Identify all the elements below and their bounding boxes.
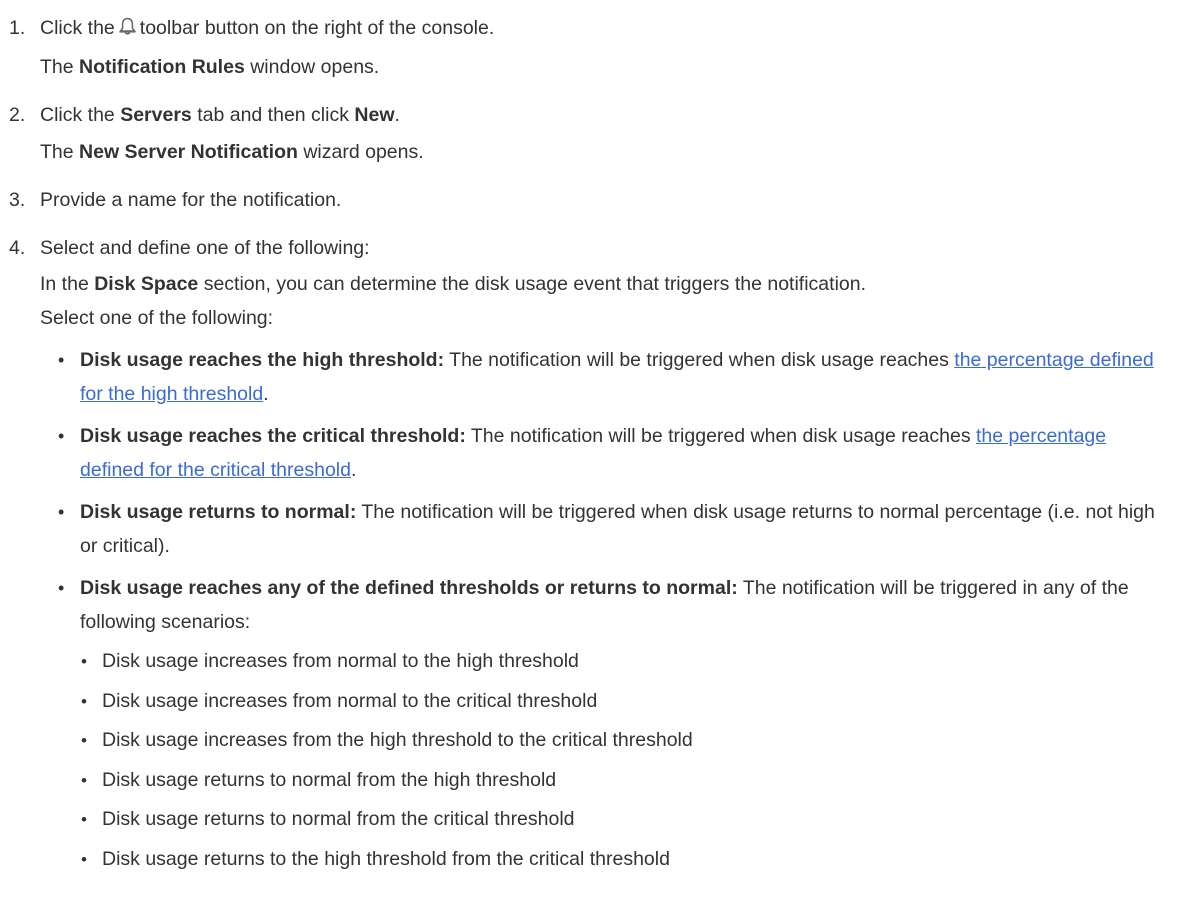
ui-term: New xyxy=(354,104,395,126)
ui-term: Servers xyxy=(120,104,192,126)
scenario-item: Disk usage increases from normal to the … xyxy=(80,645,1160,679)
bell-icon xyxy=(118,12,136,49)
option-any-threshold: Disk usage reaches any of the defined th… xyxy=(40,571,1160,876)
step-2-result: The New Server Notification wizard opens… xyxy=(40,141,424,163)
option-returns-to-normal: Disk usage returns to normal: The notifi… xyxy=(40,495,1160,563)
option-high-threshold: Disk usage reaches the high threshold: T… xyxy=(40,343,1160,411)
step-number: 2. xyxy=(9,104,26,126)
step-1-instruction: Click the toolbar button on the right of … xyxy=(40,10,1188,49)
scenario-item: Disk usage returns to normal from the hi… xyxy=(80,764,1160,798)
scenario-item: Disk usage increases from normal to the … xyxy=(80,685,1160,719)
scenario-item: Disk usage returns to normal from the cr… xyxy=(80,803,1160,837)
step-2-instruction: Click the Servers tab and then click New… xyxy=(40,104,400,126)
ui-term: Notification Rules xyxy=(79,56,245,78)
scenario-list: Disk usage increases from normal to the … xyxy=(80,645,1160,876)
step-4-prompt: Select one of the following: xyxy=(40,307,274,329)
step-4: 4. Select and define one of the followin… xyxy=(0,230,1188,876)
ui-term: Disk Space xyxy=(94,273,199,295)
option-label: Disk usage returns to normal: xyxy=(80,501,357,523)
option-label: Disk usage reaches any of the defined th… xyxy=(80,577,738,599)
step-number: 4. xyxy=(9,237,26,259)
option-label: Disk usage reaches the high threshold: xyxy=(80,349,445,371)
step-4-instruction: Select and define one of the following: xyxy=(40,237,370,259)
option-critical-threshold: Disk usage reaches the critical threshol… xyxy=(40,419,1160,487)
step-2: 2. Click the Servers tab and then click … xyxy=(0,97,1188,171)
step-1: 1. Click the toolbar button on the right … xyxy=(0,10,1188,86)
document: 1. Click the toolbar button on the right … xyxy=(0,0,1188,876)
scenario-item: Disk usage increases from the high thres… xyxy=(80,724,1160,758)
step-4-description: In the Disk Space section, you can deter… xyxy=(40,273,867,295)
step-number: 1. xyxy=(9,17,26,39)
step-1-result: The Notification Rules window opens. xyxy=(40,56,380,78)
step-3: 3. Provide a name for the notification. xyxy=(0,182,1188,219)
step-number: 3. xyxy=(9,189,26,211)
option-label: Disk usage reaches the critical threshol… xyxy=(80,425,466,447)
ui-term: New Server Notification xyxy=(79,141,298,163)
option-list: Disk usage reaches the high threshold: T… xyxy=(40,343,1188,876)
step-3-instruction: Provide a name for the notification. xyxy=(40,189,342,211)
scenario-item: Disk usage returns to the high threshold… xyxy=(80,843,1160,877)
